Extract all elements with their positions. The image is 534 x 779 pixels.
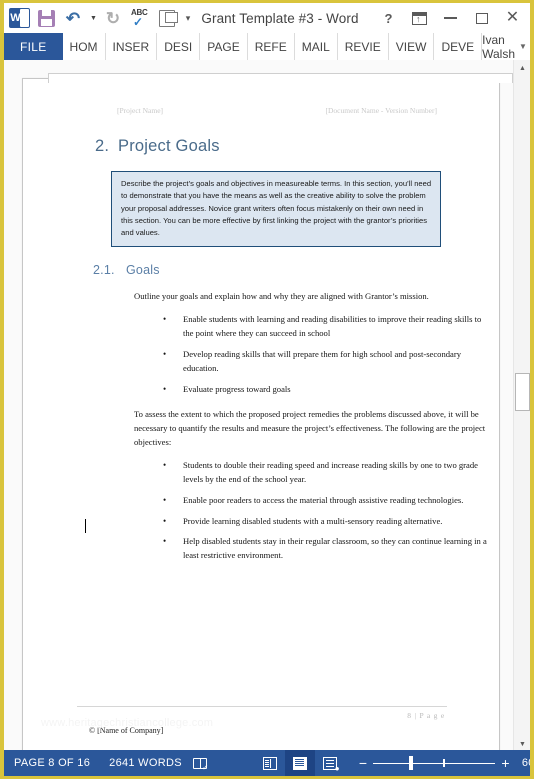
list-item: Students to double their reading speed a… (161, 458, 493, 487)
minimize-button[interactable] (435, 5, 466, 31)
list-item: Develop reading skills that will prepare… (161, 347, 493, 376)
text-cursor (85, 519, 87, 533)
list-item: Evaluate progress toward goals (161, 382, 493, 397)
footer-watermark: www.heritagechristiancollege.com (41, 717, 214, 729)
quick-access-toolbar: W ↶ ▼ ↻ ABC ✓ ▾ (6, 5, 195, 31)
zoom-slider-midpoint (443, 759, 445, 767)
user-account-menu[interactable]: Ivan Walsh ▼ (482, 32, 530, 61)
user-account-name: Ivan Walsh (482, 32, 516, 61)
help-icon[interactable]: ? (373, 5, 404, 31)
objectives-list: Students to double their reading speed a… (161, 458, 493, 564)
list-item: Provide learning disabled students with … (161, 514, 493, 529)
header-project-name: [Project Name] (117, 106, 164, 115)
scrollbar-thumb[interactable] (515, 373, 530, 411)
tab-mailings[interactable]: MAIL (295, 33, 338, 60)
view-mode-group (255, 750, 345, 776)
spelling-icon[interactable]: ABC ✓ (127, 5, 153, 31)
print-layout-view-button[interactable] (284, 750, 315, 776)
window-title: Grant Template #3 - Word (201, 10, 359, 26)
window-controls: ? ✕ (373, 5, 528, 31)
instruction-callout[interactable]: Describe the project’s goals and objecti… (111, 171, 441, 248)
tab-references[interactable]: REFE (248, 33, 295, 60)
subsection-heading: 2.1. Goals (93, 263, 461, 277)
vertical-scrollbar[interactable]: ▲ ▼ (513, 60, 530, 753)
tab-view[interactable]: VIEW (389, 33, 435, 60)
word-logo-letter: W (10, 12, 21, 24)
maximize-button[interactable] (466, 5, 497, 31)
ribbon-tab-bar: FILE HOM INSER DESI PAGE REFE MAIL REVIE… (4, 32, 530, 61)
redo-icon[interactable]: ↻ (100, 5, 126, 31)
subsection-title-text: Goals (126, 263, 160, 278)
zoom-slider-thumb[interactable] (409, 756, 414, 770)
help-glyph: ? (384, 10, 393, 26)
status-bar: PAGE 8 OF 16 2641 WORDS − + 60% (4, 750, 530, 776)
tab-developer[interactable]: DEVE (434, 33, 483, 60)
footer-divider (77, 706, 447, 707)
word-count[interactable]: 2641 WORDS (101, 757, 193, 769)
zoom-level-label[interactable]: 60% (522, 757, 530, 769)
goals-list: Enable students with learning and readin… (161, 312, 493, 397)
page-footer: 8 | P a g e © [Name of Company] www.heri… (41, 706, 461, 735)
subsection-number: 2.1. (93, 263, 115, 278)
objectives-paragraph: To assess the extent to which the propos… (134, 409, 486, 447)
word-app-icon[interactable]: W (6, 5, 32, 31)
document-page[interactable]: [Project Name] [Document Name - Version … (22, 73, 513, 753)
word-window: W ↶ ▼ ↻ ABC ✓ ▾ Grant Template #3 - Word… (0, 0, 534, 779)
section-number: 2. (95, 137, 110, 155)
save-icon[interactable] (33, 5, 59, 31)
list-item: Help disabled students stay in their reg… (161, 534, 493, 563)
page-indicator[interactable]: PAGE 8 OF 16 (14, 757, 101, 769)
title-bar: W ↶ ▼ ↻ ABC ✓ ▾ Grant Template #3 - Word… (4, 3, 530, 33)
page-header: [Project Name] [Document Name - Version … (63, 106, 461, 115)
web-layout-view-button[interactable] (315, 750, 345, 776)
read-mode-view-button[interactable] (255, 750, 285, 776)
section-title-text: Project Goals (118, 137, 220, 155)
customize-qat-icon[interactable]: ▾ (181, 5, 195, 31)
undo-icon[interactable]: ↶ (60, 5, 86, 31)
proofing-errors-icon[interactable] (192, 750, 209, 776)
tab-page-layout[interactable]: PAGE (200, 33, 248, 60)
document-canvas[interactable]: [Project Name] [Document Name - Version … (4, 60, 530, 753)
close-button[interactable]: ✕ (497, 5, 528, 31)
tab-insert[interactable]: INSER (106, 33, 158, 60)
open-recent-icon[interactable] (154, 5, 180, 31)
zoom-slider-track (373, 763, 496, 765)
intro-paragraph: Outline your goals and explain how and w… (134, 291, 429, 302)
tab-design[interactable]: DESI (157, 33, 201, 60)
list-item: Enable poor readers to access the materi… (161, 493, 493, 508)
tab-file[interactable]: FILE (4, 33, 63, 60)
header-document-name: [Document Name - Version Number] (325, 106, 438, 115)
page-title: 2. Project Goals (95, 137, 461, 156)
tab-home[interactable]: HOM (63, 33, 106, 60)
zoom-slider[interactable] (373, 756, 496, 770)
zoom-control: − + (359, 756, 510, 770)
close-icon: ✕ (505, 9, 520, 26)
tab-review[interactable]: REVIE (338, 33, 389, 60)
chevron-down-icon: ▼ (519, 42, 527, 51)
list-item: Enable students with learning and readin… (161, 312, 493, 341)
zoom-in-button[interactable]: + (501, 756, 509, 770)
zoom-out-button[interactable]: − (359, 756, 367, 770)
undo-dropdown-icon[interactable]: ▼ (87, 5, 99, 31)
scroll-up-icon[interactable]: ▲ (514, 60, 530, 77)
ribbon-display-options-icon[interactable] (404, 5, 435, 31)
